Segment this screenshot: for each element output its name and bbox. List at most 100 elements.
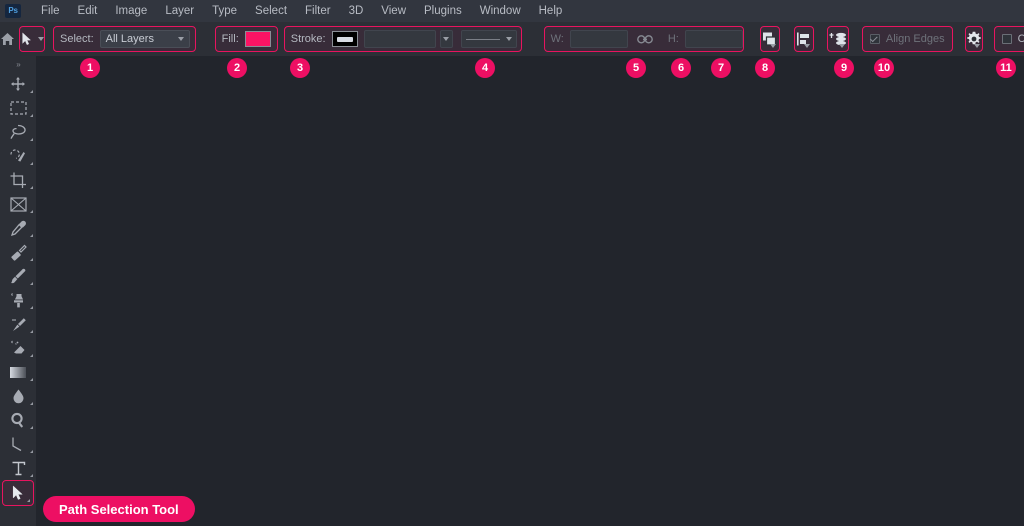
align-edges-checkbox[interactable] bbox=[869, 34, 880, 44]
sidebar-tool-clone-stamp[interactable] bbox=[0, 288, 36, 312]
sidebar-tool-history-brush[interactable] bbox=[0, 312, 36, 336]
menu-item-3d[interactable]: 3D bbox=[340, 0, 373, 22]
tool-expand-triangle bbox=[30, 450, 33, 453]
tools-sidebar: » bbox=[0, 56, 36, 526]
annotation-badge-3: 3 bbox=[290, 58, 310, 78]
sidebar-tool-path-selection[interactable] bbox=[2, 480, 34, 506]
annotation-badge-4: 4 bbox=[475, 58, 495, 78]
menu-item-view[interactable]: View bbox=[372, 0, 415, 22]
height-input[interactable] bbox=[684, 30, 743, 48]
sidebar-tool-frame[interactable] bbox=[0, 192, 36, 216]
path-alignment-button[interactable] bbox=[793, 26, 814, 52]
history-brush-icon bbox=[11, 317, 26, 331]
sidebar-tool-crop[interactable] bbox=[0, 168, 36, 192]
annotation-badge-10: 10 bbox=[874, 58, 894, 78]
path-arrangement-button[interactable] bbox=[826, 26, 849, 52]
tool-tooltip: Path Selection Tool bbox=[43, 496, 195, 522]
link-chain-glyph bbox=[636, 34, 653, 44]
path-operations-button[interactable] bbox=[759, 26, 780, 52]
tool-expand-triangle bbox=[30, 330, 33, 333]
stroke-group[interactable]: Stroke: bbox=[283, 26, 522, 52]
tool-expand-triangle bbox=[30, 90, 33, 93]
select-layers-value: All Layers bbox=[105, 33, 154, 45]
sidebar-tool-dodge[interactable] bbox=[0, 408, 36, 432]
canvas-area[interactable] bbox=[36, 56, 1024, 526]
align-edges-label: Align Edges bbox=[885, 33, 945, 45]
tool-expand-triangle bbox=[30, 162, 33, 165]
menu-item-window[interactable]: Window bbox=[471, 0, 530, 22]
dimensions-group[interactable]: W: H: bbox=[543, 26, 744, 52]
sidebar-tool-type[interactable] bbox=[0, 456, 36, 480]
sidebar-tool-move[interactable] bbox=[0, 72, 36, 96]
constrain-path-dragging-label: Constrain Path Dragging bbox=[1017, 33, 1024, 45]
height-label: H: bbox=[667, 33, 679, 45]
constrain-path-dragging-group[interactable]: Constrain Path Dragging bbox=[993, 26, 1024, 52]
sidebar-tool-marquee[interactable] bbox=[0, 96, 36, 120]
sidebar-tool-brush[interactable] bbox=[0, 264, 36, 288]
stroke-label: Stroke: bbox=[290, 33, 326, 45]
select-layers-group[interactable]: Select: All Layers bbox=[53, 26, 196, 52]
align-edges-checkbox-wrap[interactable]: Align Edges bbox=[863, 33, 952, 45]
tool-expand-triangle bbox=[30, 378, 33, 381]
annotation-badge-8: 8 bbox=[755, 58, 775, 78]
tool-preset-picker[interactable] bbox=[19, 26, 45, 52]
fill-group[interactable]: Fill: bbox=[214, 26, 278, 52]
annotation-badge-5: 5 bbox=[626, 58, 646, 78]
sidebar-tool-blur[interactable] bbox=[0, 384, 36, 408]
stroke-style-dropdown[interactable] bbox=[460, 30, 517, 48]
tool-expand-triangle bbox=[30, 234, 33, 237]
constrain-path-dragging-checkbox[interactable] bbox=[1001, 34, 1012, 44]
tool-expand-triangle bbox=[30, 258, 33, 261]
link-chain-icon[interactable] bbox=[636, 34, 653, 44]
tool-expand-triangle bbox=[27, 499, 30, 502]
stroke-color-swatch[interactable] bbox=[331, 31, 358, 47]
sidebar-tool-pen[interactable] bbox=[0, 432, 36, 456]
settings-button[interactable] bbox=[964, 26, 983, 52]
annotation-badge-9: 9 bbox=[834, 58, 854, 78]
menu-item-select[interactable]: Select bbox=[246, 0, 296, 22]
select-layers-dropdown[interactable]: All Layers bbox=[99, 30, 190, 48]
stroke-width-stepper[interactable] bbox=[439, 30, 453, 48]
eyedropper-icon bbox=[10, 220, 26, 236]
tool-expand-triangle bbox=[30, 282, 33, 285]
quick-selection-icon bbox=[10, 149, 25, 162]
menu-item-help[interactable]: Help bbox=[530, 0, 572, 22]
pen-icon bbox=[12, 437, 22, 452]
chevron-down-icon bbox=[177, 37, 184, 41]
menu-item-layer[interactable]: Layer bbox=[156, 0, 203, 22]
tool-expand-triangle bbox=[30, 474, 33, 477]
menu-item-type[interactable]: Type bbox=[203, 0, 246, 22]
tool-expand-triangle bbox=[30, 306, 33, 309]
chevron-down-icon bbox=[973, 44, 980, 48]
menu-item-image[interactable]: Image bbox=[106, 0, 156, 22]
home-button[interactable] bbox=[0, 22, 15, 56]
stroke-width-input[interactable] bbox=[363, 30, 436, 48]
tool-expand-triangle bbox=[30, 426, 33, 429]
annotation-badge-1: 1 bbox=[80, 58, 100, 78]
sidebar-collapse-button[interactable]: » bbox=[0, 56, 36, 72]
eraser-icon bbox=[11, 340, 25, 354]
fill-color-swatch[interactable] bbox=[244, 31, 271, 47]
chevron-down-icon bbox=[769, 44, 776, 48]
sidebar-tool-lasso[interactable] bbox=[0, 120, 36, 144]
chevron-down-icon bbox=[443, 37, 450, 41]
menu-item-edit[interactable]: Edit bbox=[69, 0, 107, 22]
menu-item-filter[interactable]: Filter bbox=[296, 0, 340, 22]
sidebar-tool-healing-brush[interactable] bbox=[0, 240, 36, 264]
sidebar-tool-eraser[interactable] bbox=[0, 336, 36, 360]
options-bar: Select: All Layers Fill: Stroke: W: H: A… bbox=[0, 22, 1024, 56]
menu-item-plugins[interactable]: Plugins bbox=[415, 0, 471, 22]
chevron-down-icon[interactable] bbox=[38, 37, 44, 41]
sidebar-tool-gradient[interactable] bbox=[0, 360, 36, 384]
tool-expand-triangle bbox=[30, 138, 33, 141]
align-edges-group[interactable]: Align Edges bbox=[861, 26, 953, 52]
width-input[interactable] bbox=[569, 30, 628, 48]
chevron-down-icon bbox=[505, 37, 512, 41]
menu-item-file[interactable]: File bbox=[32, 0, 69, 22]
marquee-icon bbox=[9, 101, 27, 115]
sidebar-tool-object-selection[interactable] bbox=[0, 144, 36, 168]
constrain-path-dragging-wrap[interactable]: Constrain Path Dragging bbox=[995, 33, 1024, 45]
sidebar-tool-eyedropper[interactable] bbox=[0, 216, 36, 240]
width-label: W: bbox=[550, 33, 564, 45]
chevron-down-icon bbox=[803, 44, 810, 48]
